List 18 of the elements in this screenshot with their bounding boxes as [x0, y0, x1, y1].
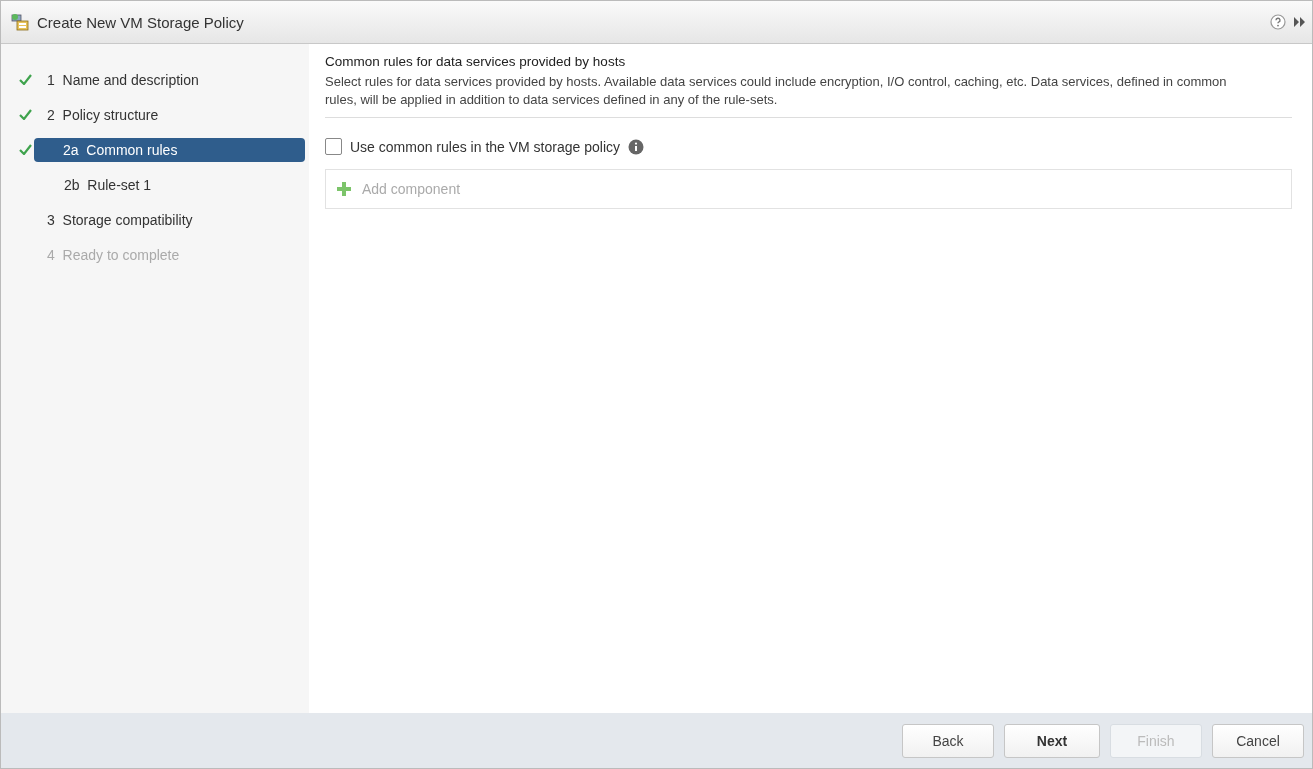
wizard-button[interactable]: Cancel — [1212, 723, 1304, 758]
plus-icon[interactable] — [336, 181, 352, 197]
checkbox[interactable] — [325, 138, 342, 155]
section-heading: Common rules for data services provided by hosts — [325, 54, 627, 69]
collapse-icon[interactable] — [1294, 17, 1306, 27]
checkbox-label[interactable]: Use common rules in the VM storage policy — [350, 138, 620, 155]
window-title: Create New VM Storage Policy — [37, 13, 244, 31]
info-icon[interactable] — [628, 138, 644, 155]
wizard-step[interactable]: 2 Policy structure — [42, 102, 305, 127]
wizard-button[interactable]: Back — [902, 723, 994, 758]
wizard-step[interactable]: 3 Storage compatibility — [42, 207, 305, 232]
storage-policy-icon — [11, 13, 29, 31]
wizard-step[interactable]: 2b Rule-set 1 — [42, 172, 305, 197]
help-icon[interactable] — [1270, 14, 1286, 30]
section-description: Select rules for data services provided by hosts. Available data services could include encryption, I/O control, caching, etc. Data services, defined in common rules, will be applied in addition to data services defined in any of the rule-sets. — [325, 73, 1228, 109]
wizard-step[interactable]: 1 Name and description — [42, 67, 305, 92]
wizard-button[interactable]: Next — [1004, 723, 1100, 758]
wizard-step[interactable]: 2a Common rules — [34, 137, 305, 162]
